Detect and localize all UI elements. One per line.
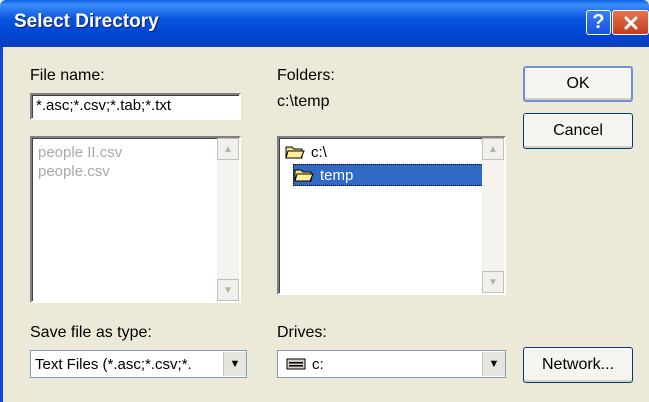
file-list[interactable]: people II.csv people.csv ▲ ▼ — [30, 136, 241, 303]
folder-list-scrollbar[interactable]: ▲ ▼ — [482, 138, 504, 293]
file-item[interactable]: people.csv — [38, 163, 110, 180]
chevron-down-icon: ▼ — [229, 358, 241, 370]
title-bar[interactable]: Select Directory ? — [0, 0, 649, 47]
network-button[interactable]: Network... — [523, 347, 633, 383]
window-title: Select Directory — [14, 11, 159, 32]
folder-item-temp[interactable]: temp — [293, 164, 484, 186]
folder-item-root[interactable]: c:\ — [285, 141, 327, 163]
chevron-up-icon: ▲ — [488, 143, 498, 155]
help-icon: ? — [592, 11, 605, 33]
select-directory-dialog: Select Directory ? File name: *.asc;*.cs… — [0, 0, 649, 402]
folder-list[interactable]: c:\ temp ▲ ▼ — [277, 136, 506, 295]
chevron-down-icon: ▼ — [488, 276, 498, 288]
scroll-up-button[interactable]: ▲ — [217, 138, 239, 160]
scroll-down-button[interactable]: ▼ — [482, 271, 504, 293]
folders-label: Folders: — [277, 67, 335, 84]
scroll-down-button[interactable]: ▼ — [217, 279, 239, 301]
close-icon — [624, 16, 637, 29]
drives-select[interactable]: c: ▼ — [277, 350, 506, 378]
scroll-up-button[interactable]: ▲ — [482, 138, 504, 160]
help-button[interactable]: ? — [586, 10, 611, 35]
file-item[interactable]: people II.csv — [38, 144, 122, 161]
dropdown-button[interactable]: ▼ — [223, 352, 246, 376]
folder-item-label: temp — [320, 166, 354, 184]
open-folder-icon — [294, 169, 314, 182]
chevron-down-icon: ▼ — [488, 358, 500, 370]
cancel-button[interactable]: Cancel — [523, 113, 633, 149]
save-type-select[interactable]: Text Files (*.asc;*.csv;*. ▼ — [30, 350, 247, 378]
drive-value: c: — [312, 355, 324, 373]
dropdown-button[interactable]: ▼ — [482, 352, 505, 376]
open-folder-icon — [285, 146, 305, 159]
file-name-label: File name: — [30, 67, 105, 84]
file-list-scrollbar[interactable]: ▲ ▼ — [217, 138, 239, 301]
chevron-up-icon: ▲ — [223, 143, 233, 155]
drives-label: Drives: — [277, 324, 327, 341]
save-type-label: Save file as type: — [30, 324, 152, 341]
current-path: c:\temp — [277, 93, 330, 110]
file-name-input[interactable]: *.asc;*.csv;*.tab;*.txt — [30, 93, 241, 120]
hard-drive-icon — [286, 358, 306, 370]
save-type-value: Text Files (*.asc;*.csv;*. — [35, 355, 192, 373]
ok-button[interactable]: OK — [523, 66, 633, 102]
close-button[interactable] — [612, 10, 649, 35]
folder-item-label: c:\ — [311, 143, 327, 161]
chevron-down-icon: ▼ — [223, 284, 233, 296]
